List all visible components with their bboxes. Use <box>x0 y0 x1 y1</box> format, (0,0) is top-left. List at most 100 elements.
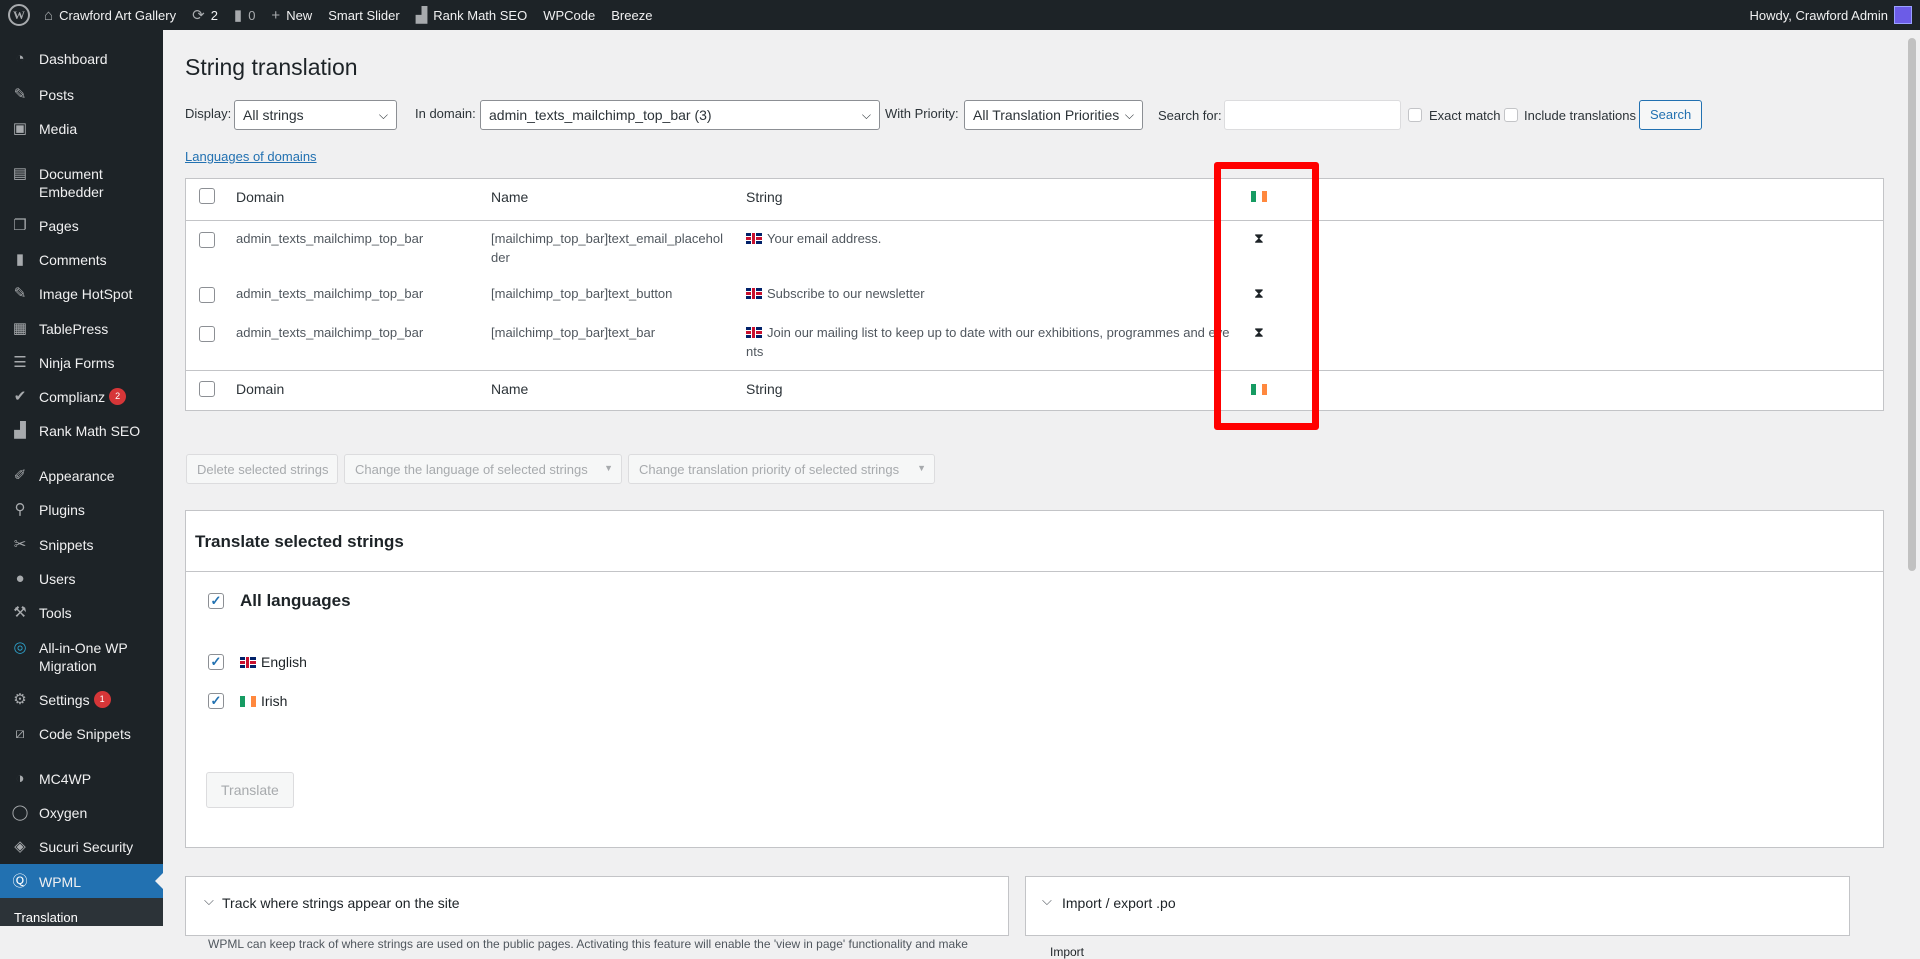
sidebar-item-dashboard[interactable]: ◔ Dashboard <box>0 50 163 68</box>
sidebar-item-all-in-one-migration[interactable]: ◎ All-in-One WP Migration <box>0 639 163 675</box>
mail-icon: ◑ <box>15 770 25 787</box>
row-checkbox[interactable] <box>199 232 215 248</box>
sidebar-item-wpml-label-row[interactable]: Ⓠ WPML <box>0 873 163 891</box>
chevron-down-icon[interactable]: ⌵ <box>204 893 214 909</box>
column-footer-domain[interactable]: Domain <box>236 381 284 397</box>
scrollbar-thumb[interactable] <box>1908 38 1916 571</box>
display-selected-value: All strings <box>243 107 304 123</box>
site-name-link[interactable]: ⌂ Crawford Art Gallery <box>36 0 184 30</box>
migration-icon: ◎ <box>13 639 27 656</box>
column-footer-string[interactable]: String <box>746 381 783 397</box>
comments-link[interactable]: ▮ 0 <box>226 0 264 30</box>
notification-badge: 2 <box>109 388 127 405</box>
domain-label: In domain: <box>415 106 476 121</box>
uk-flag-icon <box>746 233 762 244</box>
track-panel-title[interactable]: Track where strings appear on the site <box>222 895 460 911</box>
change-language-select[interactable]: Change the language of selected strings ▼ <box>344 454 622 484</box>
footer-divider <box>186 370 1883 371</box>
sidebar-item-media[interactable]: ▣ Media <box>0 120 163 138</box>
smart-slider-link[interactable]: Smart Slider <box>320 0 408 30</box>
sidebar-item-code-snippets[interactable]: ⧄ Code Snippets <box>0 725 163 743</box>
forms-icon: ☰ <box>13 354 27 371</box>
sidebar-item-pages[interactable]: ❐ Pages <box>0 217 163 235</box>
new-label: New <box>286 7 313 23</box>
row-string: Subscribe to our newsletter <box>746 284 925 303</box>
admin-bar: W ⌂ Crawford Art Gallery ⟳ 2 ▮ 0 + New Smart… <box>0 0 1920 30</box>
delete-selected-button[interactable]: Delete selected strings <box>186 454 338 484</box>
column-footer-name[interactable]: Name <box>491 381 528 397</box>
pages-icon: ❐ <box>13 217 27 234</box>
settings-icon: ⚙ <box>13 691 27 708</box>
sidebar-item-label: Document Embedder <box>39 166 104 200</box>
new-content-link[interactable]: + New <box>263 0 320 30</box>
row-checkbox[interactable] <box>199 326 215 342</box>
priority-select[interactable]: All Translation Priorities ⌵ <box>964 100 1143 130</box>
chevron-down-icon: ⌵ <box>378 108 388 122</box>
exact-match-checkbox[interactable] <box>1408 108 1422 122</box>
sidebar-item-tools[interactable]: ⚒ Tools <box>0 604 163 622</box>
change-priority-select[interactable]: Change translation priority of selected … <box>628 454 935 484</box>
include-translations-checkbox[interactable] <box>1504 108 1518 122</box>
row-checkbox[interactable] <box>199 287 215 303</box>
sidebar-submenu: Translation <box>0 898 163 926</box>
wpcode-link[interactable]: WPCode <box>535 0 603 30</box>
main-content: String translation Display: All strings ⌵… <box>163 30 1904 959</box>
panel-divider <box>186 571 1883 572</box>
column-header-string[interactable]: String <box>746 189 783 205</box>
search-input[interactable] <box>1224 100 1401 130</box>
howdy-text: Howdy, Crawford Admin <box>1749 7 1888 23</box>
column-header-domain[interactable]: Domain <box>236 189 284 205</box>
dashboard-icon: ◔ <box>15 50 25 67</box>
updates-link[interactable]: ⟳ 2 <box>184 0 226 30</box>
header-divider <box>186 220 1883 221</box>
sidebar-item-comments[interactable]: ▮ Comments <box>0 251 163 269</box>
sidebar-item-settings[interactable]: ⚙ Settings 1 <box>0 691 163 709</box>
sidebar-item-users[interactable]: ● Users <box>0 570 163 588</box>
breeze-link[interactable]: Breeze <box>603 0 660 30</box>
sidebar-item-label: Posts <box>39 87 75 103</box>
wordpress-logo-icon[interactable]: W <box>8 4 30 26</box>
sidebar-item-image-hotspot[interactable]: ✎ Image HotSpot <box>0 285 163 303</box>
sidebar-item-label: Snippets <box>39 537 94 553</box>
chevron-down-icon[interactable]: ⌵ <box>1042 893 1052 909</box>
english-text: English <box>261 654 307 670</box>
sidebar-item-plugins[interactable]: ⚲ Plugins <box>0 501 163 519</box>
sidebar-item-label: Code Snippets <box>39 726 131 742</box>
languages-of-domains-link[interactable]: Languages of domains <box>185 149 317 164</box>
sidebar-item-label: Plugins <box>39 502 85 518</box>
scissors-icon: ✂ <box>13 536 27 553</box>
sidebar-item-tablepress[interactable]: ▦ TablePress <box>0 320 163 338</box>
all-languages-checkbox[interactable]: ✓ <box>208 593 224 609</box>
sidebar-item-ninja-forms[interactable]: ☰ Ninja Forms <box>0 354 163 372</box>
uk-flag-icon <box>240 657 256 668</box>
domain-select[interactable]: admin_texts_mailchimp_top_bar (3) ⌵ <box>480 100 880 130</box>
sidebar-item-oxygen[interactable]: ◯ Oxygen <box>0 804 163 822</box>
search-button[interactable]: Search <box>1639 100 1703 130</box>
sidebar-item-document-embedder[interactable]: ▤ Document Embedder <box>0 165 163 201</box>
irish-checkbox[interactable]: ✓ <box>208 693 224 709</box>
display-select[interactable]: All strings ⌵ <box>234 100 397 130</box>
sidebar-item-sucuri[interactable]: ◈ Sucuri Security <box>0 838 163 856</box>
import-panel-title[interactable]: Import / export .po <box>1062 895 1176 911</box>
sidebar-item-label: Dashboard <box>39 51 108 67</box>
english-checkbox[interactable]: ✓ <box>208 654 224 670</box>
irish-flag-icon <box>240 696 256 707</box>
rank-math-link[interactable]: ▟ Rank Math SEO <box>408 0 535 30</box>
translate-button[interactable]: Translate <box>206 772 294 808</box>
avatar[interactable] <box>1894 6 1912 24</box>
wrench-icon: ⚒ <box>13 604 27 621</box>
account-menu[interactable]: Howdy, Crawford Admin <box>1742 0 1888 30</box>
column-header-name[interactable]: Name <box>491 189 528 205</box>
sidebar-item-complianz[interactable]: ✔ Complianz 2 <box>0 388 163 406</box>
sidebar-item-appearance[interactable]: ✐ Appearance <box>0 467 163 485</box>
page-title: String translation <box>185 54 358 80</box>
row-domain: admin_texts_mailchimp_top_bar <box>236 231 424 246</box>
sidebar-item-snippets[interactable]: ✂ Snippets <box>0 536 163 554</box>
page-scrollbar[interactable] <box>1904 30 1920 926</box>
sidebar-item-rank-math[interactable]: ▟ Rank Math SEO <box>0 422 163 440</box>
submenu-item-translation[interactable]: Translation <box>14 910 78 925</box>
sidebar-item-mc4wp[interactable]: ◑ MC4WP <box>0 770 163 788</box>
select-all-checkbox-footer[interactable] <box>199 381 215 397</box>
select-all-checkbox[interactable] <box>199 188 215 204</box>
sidebar-item-posts[interactable]: ✎ Posts <box>0 86 163 104</box>
